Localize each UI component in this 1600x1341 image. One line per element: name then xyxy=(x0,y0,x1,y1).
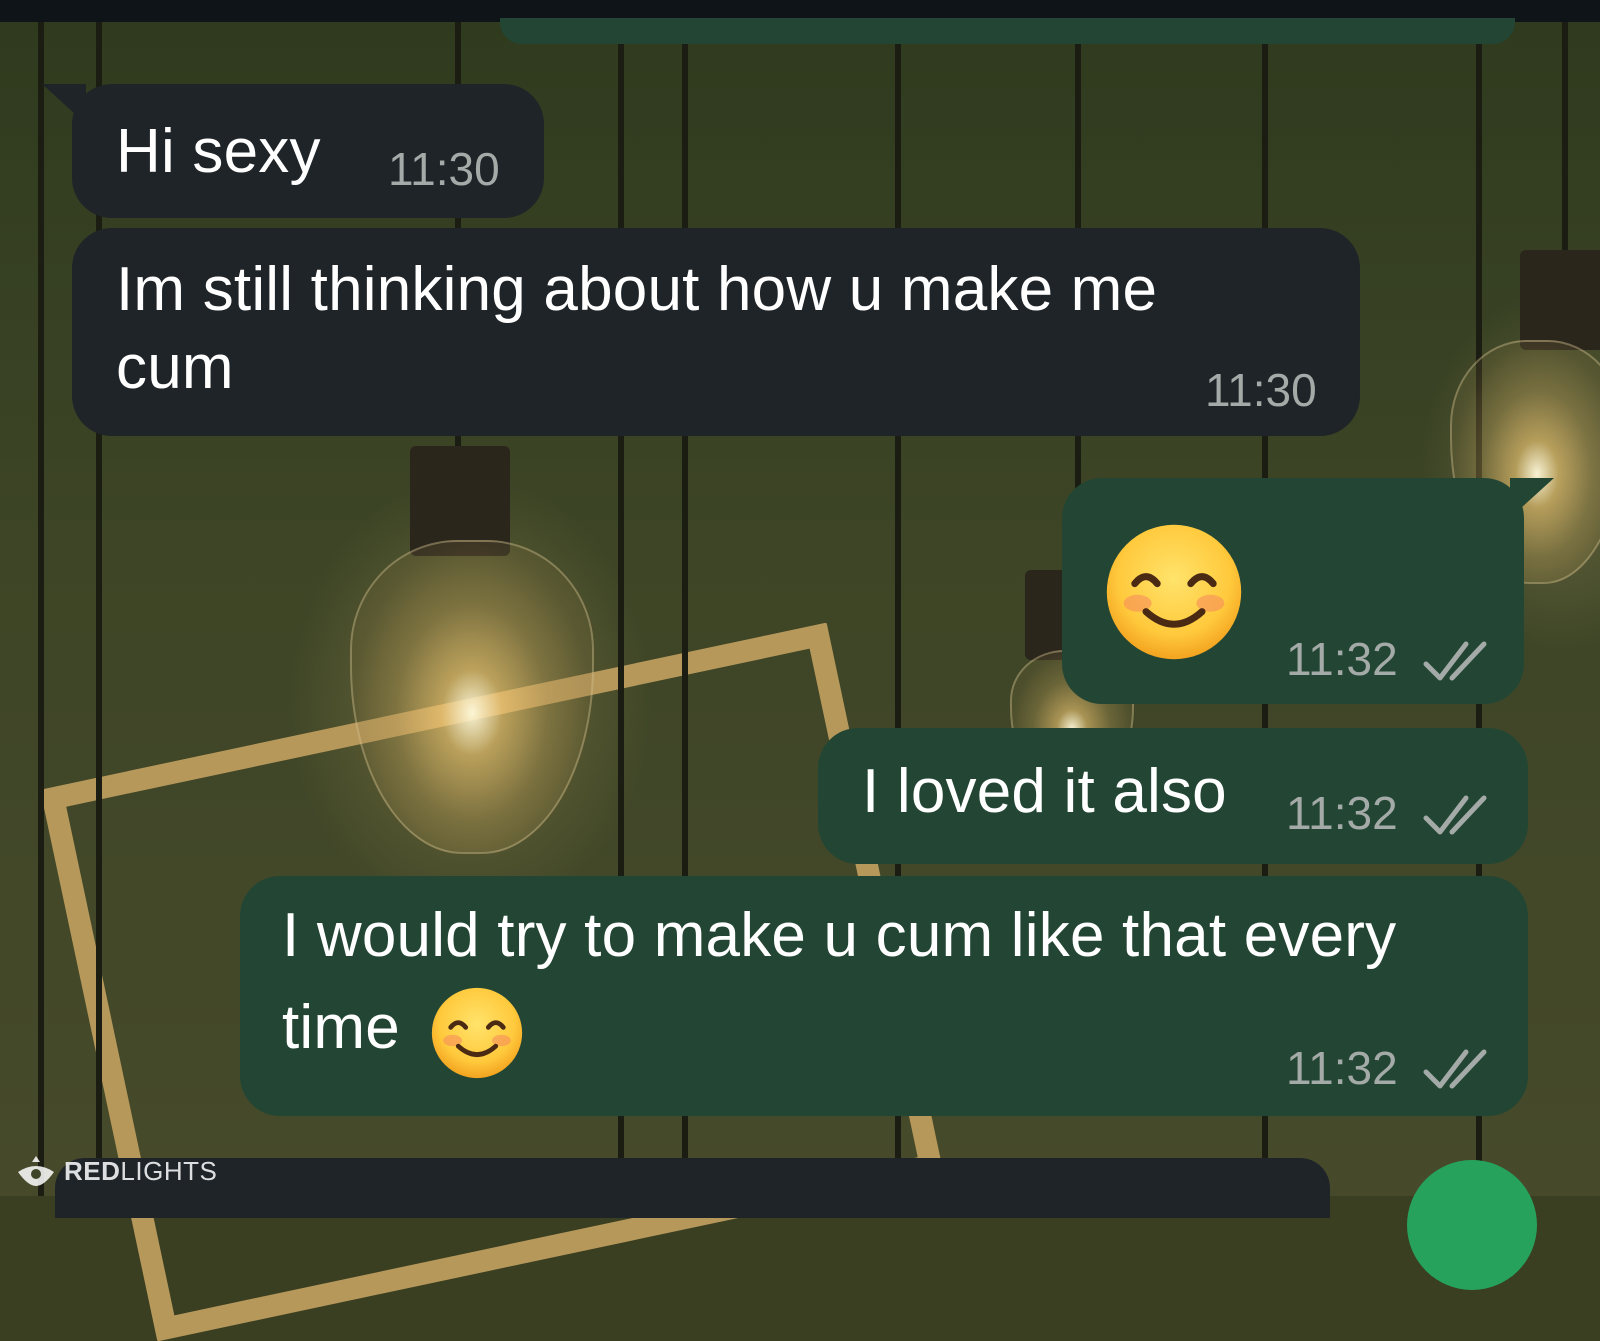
message-text-line-1: I would try to make u cum like that ever… xyxy=(282,901,1397,970)
outgoing-message-bubble[interactable]: I loved it also 11:32 xyxy=(818,728,1528,864)
message-text: I loved it also xyxy=(862,757,1227,826)
message-text: Hi sexy xyxy=(116,117,321,186)
watermark-brand-light: LIGHTS xyxy=(120,1155,218,1186)
outgoing-message-bubble[interactable]: 11:32 xyxy=(1062,478,1554,704)
watermark-brand-bold: RED xyxy=(64,1155,121,1186)
watermark-logo: REDLIGHTS xyxy=(14,1153,217,1189)
bubble-tail xyxy=(42,84,86,124)
watermark-brand: REDLIGHTS xyxy=(64,1156,217,1187)
redlights-logo-icon xyxy=(18,1156,54,1186)
message-time: 11:32 xyxy=(1286,787,1398,839)
message-text-line-1: Im still thinking about how u make me xyxy=(116,255,1158,324)
bubble-tail xyxy=(1510,478,1554,518)
incoming-message-bubble[interactable]: Hi sexy 11:30 xyxy=(42,84,544,218)
message-time: 11:32 xyxy=(1286,633,1398,685)
outgoing-message-bubble[interactable]: I would try to make u cum like that ever… xyxy=(240,876,1528,1116)
double-check-read-icon xyxy=(1423,641,1487,681)
incoming-message-bubble[interactable]: Im still thinking about how u make me cu… xyxy=(72,228,1360,436)
wallpaper-cord xyxy=(1562,0,1568,260)
smiling-face-with-smiling-eyes-icon xyxy=(431,987,523,1079)
wallpaper-cord xyxy=(38,0,44,1196)
message-time: 11:30 xyxy=(1205,364,1317,416)
double-check-read-icon xyxy=(1423,795,1487,835)
previous-message-bubble[interactable] xyxy=(500,18,1515,44)
message-text-line-2: cum xyxy=(116,333,234,402)
message-time: 11:32 xyxy=(1286,1042,1398,1094)
send-button[interactable] xyxy=(1407,1160,1537,1290)
smiling-face-with-smiling-eyes-icon xyxy=(1106,524,1242,660)
double-check-read-icon xyxy=(1423,1049,1487,1089)
message-time: 11:30 xyxy=(388,143,500,195)
message-input[interactable] xyxy=(55,1158,1330,1218)
message-text-line-2: time xyxy=(282,993,400,1062)
